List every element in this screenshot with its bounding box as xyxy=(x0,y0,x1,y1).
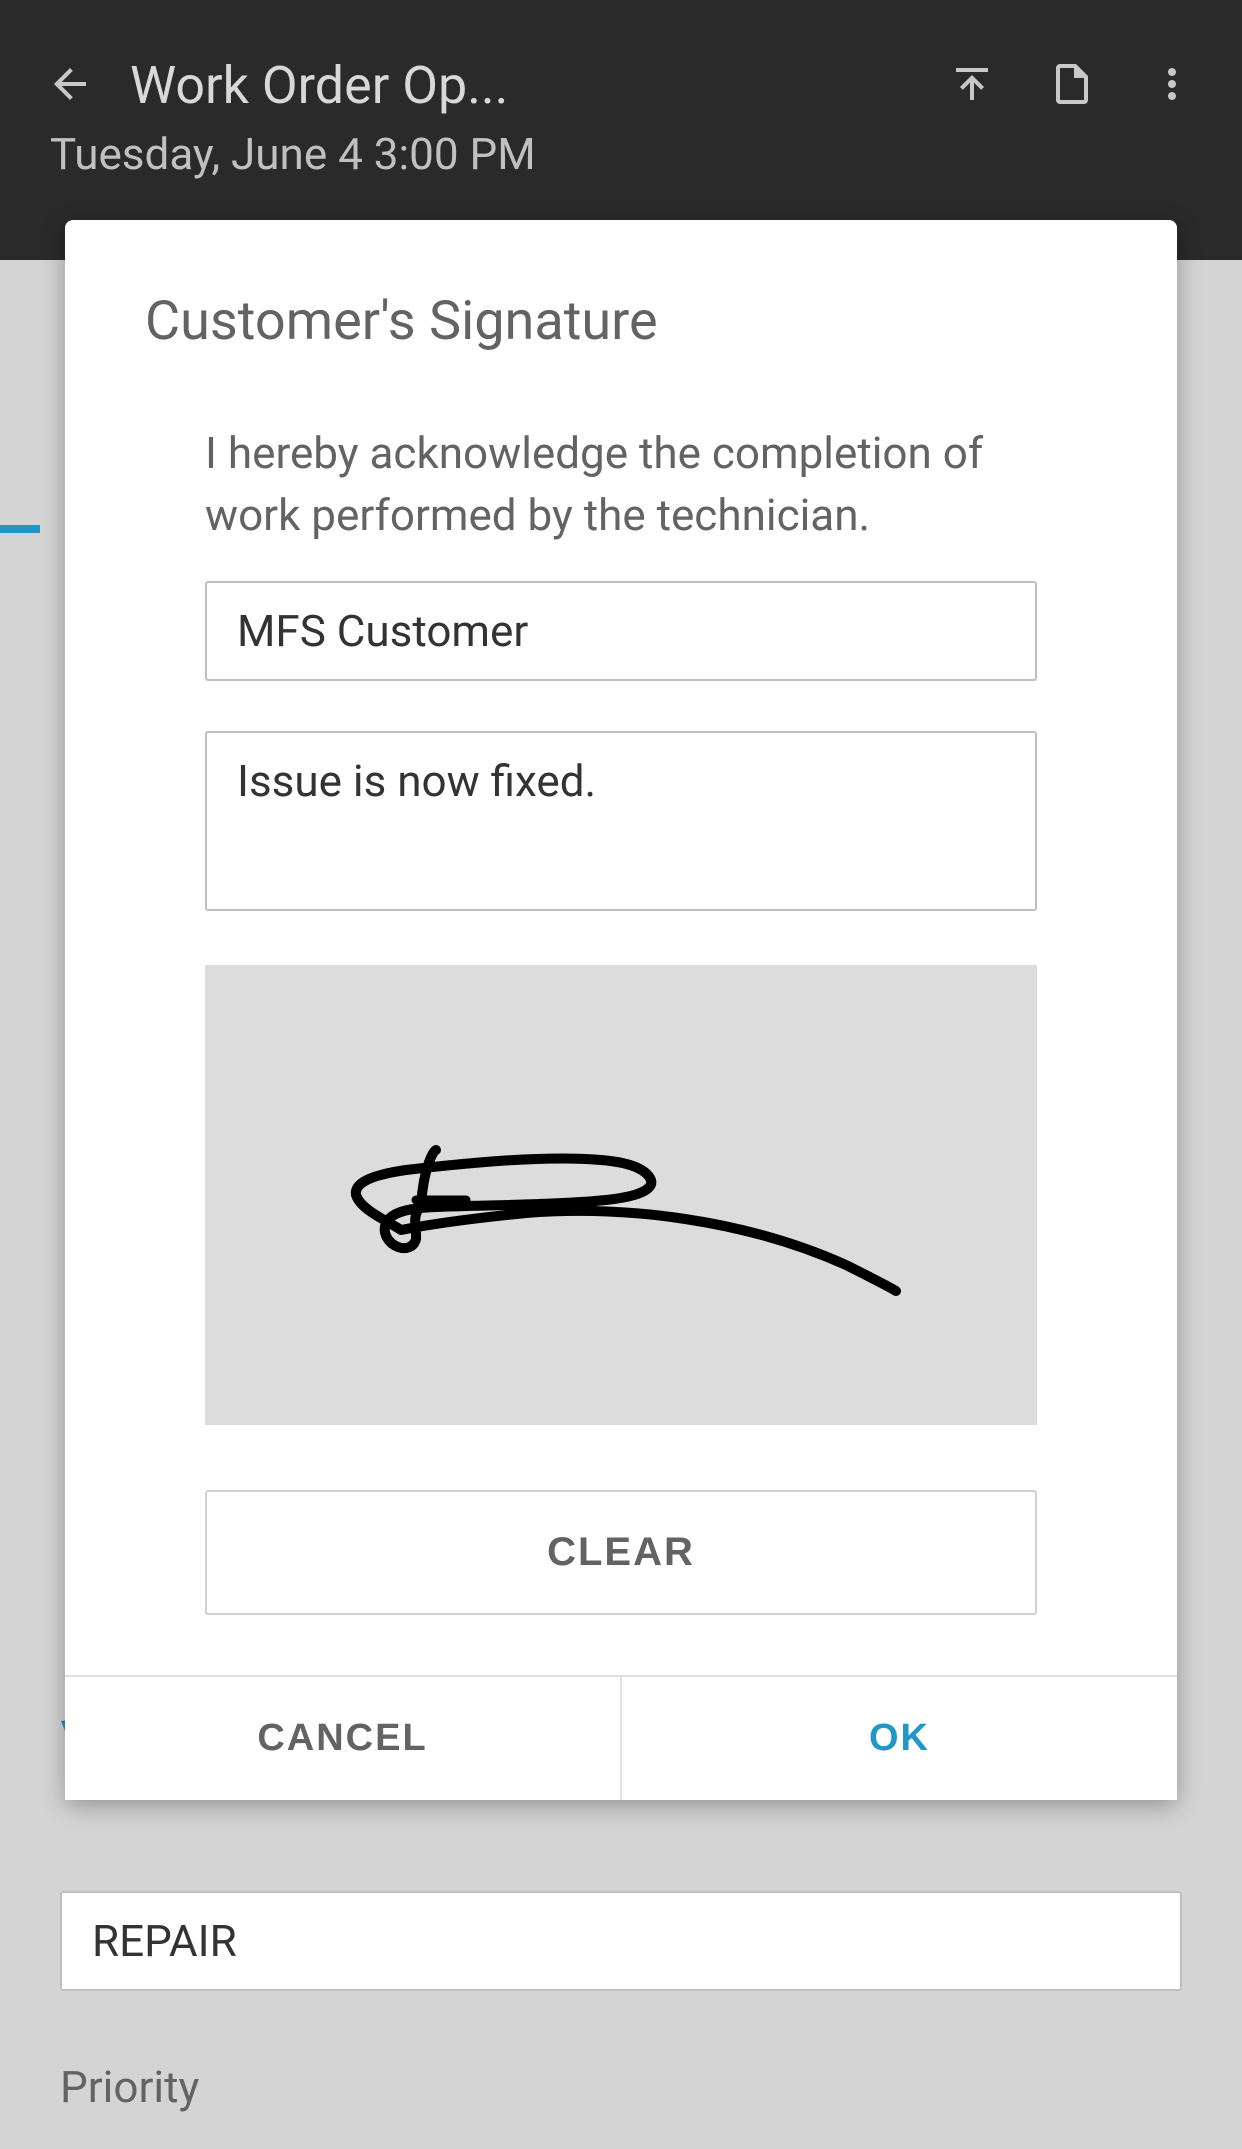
ok-button[interactable]: OK xyxy=(622,1677,1177,1800)
signature-drawing-icon xyxy=(205,965,1037,1425)
acknowledgement-text: I hereby acknowledge the completion of w… xyxy=(205,423,1037,546)
clear-button[interactable]: CLEAR xyxy=(205,1490,1037,1615)
modal-footer: CANCEL OK xyxy=(65,1675,1177,1800)
modal-title: Customer's Signature xyxy=(65,290,1177,353)
signature-pad[interactable] xyxy=(205,965,1037,1425)
cancel-button[interactable]: CANCEL xyxy=(65,1677,622,1800)
customer-name-input[interactable] xyxy=(205,581,1037,681)
modal-overlay: Customer's Signature I hereby acknowledg… xyxy=(0,0,1242,2149)
notes-textarea[interactable] xyxy=(205,731,1037,911)
signature-modal: Customer's Signature I hereby acknowledg… xyxy=(65,220,1177,1800)
